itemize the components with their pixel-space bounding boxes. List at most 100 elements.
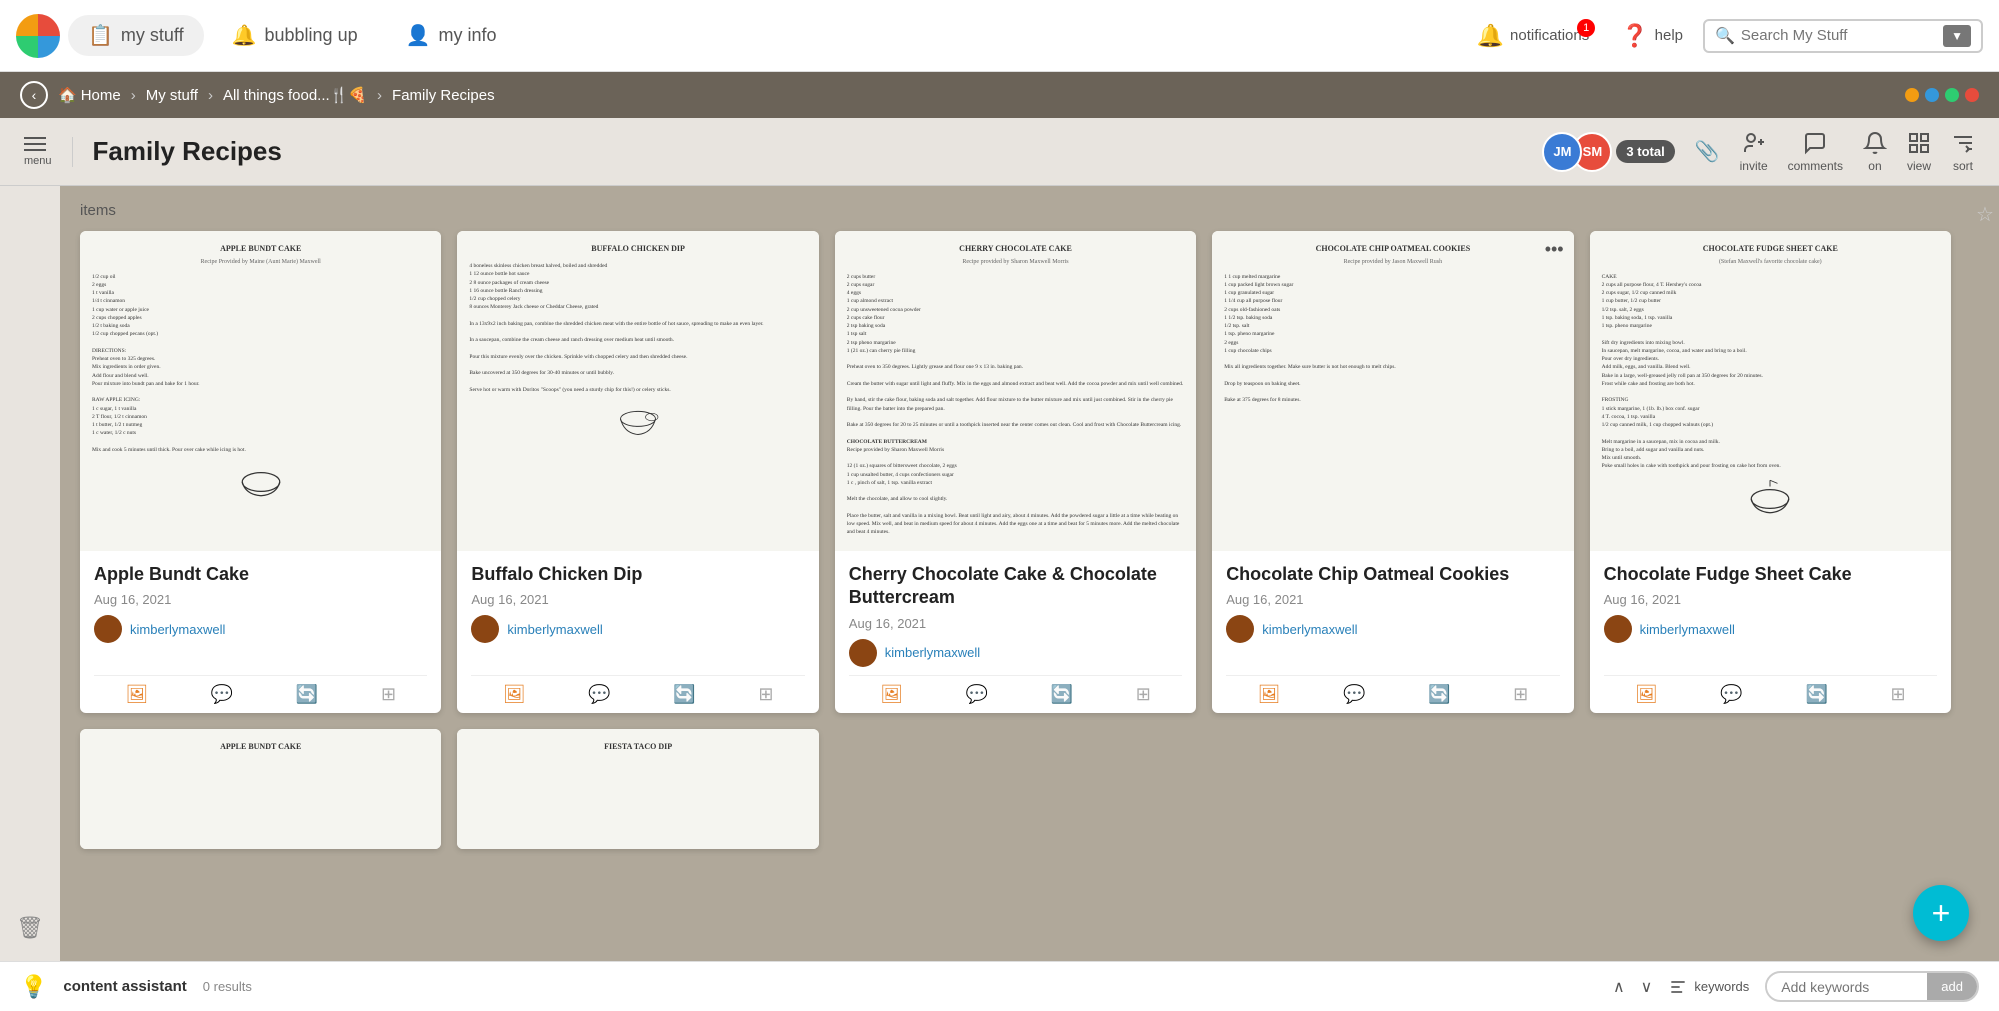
more-action-button[interactable]: ⊞ (758, 684, 773, 705)
card-partial-1[interactable]: APPLE BUNDT CAKE (80, 729, 441, 849)
card-partial-2[interactable]: FIESTA TACO DIP (457, 729, 818, 849)
on-button[interactable]: on (1863, 131, 1887, 173)
card-info-oatmeal: Chocolate Chip Oatmeal Cookies Aug 16, 2… (1212, 551, 1573, 675)
card-image-fudge[interactable]: CHOCOLATE FUDGE SHEET CAKE (Stefan Maxwe… (1590, 231, 1951, 551)
search-bar[interactable]: 🔍 ▼ (1703, 19, 1983, 53)
color-dots (1905, 88, 1979, 102)
username: kimberlymaxwell (1640, 622, 1735, 637)
comment-action-button[interactable]: 💬 (1720, 684, 1742, 705)
invite-button[interactable]: invite (1740, 131, 1768, 173)
card-date: Aug 16, 2021 (94, 592, 427, 607)
card-user[interactable]: kimberlymaxwell (849, 639, 1182, 667)
nav-tab-my-stuff[interactable]: 📋 my stuff (68, 15, 204, 56)
username: kimberlymaxwell (1262, 622, 1357, 637)
cards-grid-partial: APPLE BUNDT CAKE FIESTA TACO DIP (80, 729, 1951, 849)
share-action-button[interactable]: 🔄 (1805, 684, 1827, 705)
share-action-button[interactable]: 🔄 (673, 684, 695, 705)
card-user[interactable]: kimberlymaxwell (1226, 615, 1559, 643)
items-label: items (80, 202, 1951, 219)
sort-icon (1951, 131, 1975, 155)
notifications-button[interactable]: 🔔 1 notifications (1465, 17, 1602, 55)
more-action-button[interactable]: ⊞ (1513, 684, 1528, 705)
keywords-input-group: add (1765, 971, 1979, 1002)
card-user[interactable]: kimberlymaxwell (94, 615, 427, 643)
user-avatar (1604, 615, 1632, 643)
chevron-down-icon[interactable]: ∨ (1641, 977, 1653, 997)
card-more-button[interactable]: ••• (1545, 239, 1564, 260)
image-action-button[interactable]: 🖼 (1258, 684, 1281, 705)
keywords-button[interactable]: keywords (1668, 977, 1749, 997)
card-image-cherry[interactable]: CHERRY CHOCOLATE CAKE Recipe provided by… (835, 231, 1196, 551)
chevron-up-icon[interactable]: ∧ (1613, 977, 1625, 997)
on-label: on (1868, 159, 1881, 173)
home-icon: 🏠 (58, 86, 77, 104)
trash-button[interactable]: 🗑 (16, 915, 44, 941)
sort-button[interactable]: sort (1951, 131, 1975, 173)
card-info-cherry: Cherry Chocolate Cake & Chocolate Butter… (835, 551, 1196, 675)
keywords-input[interactable] (1767, 975, 1927, 999)
help-label: help (1655, 27, 1683, 44)
user-avatar (1226, 615, 1254, 643)
more-action-button[interactable]: ⊞ (1136, 684, 1151, 705)
card-chocolate-fudge: CHOCOLATE FUDGE SHEET CAKE (Stefan Maxwe… (1590, 231, 1951, 713)
card-chocolate-chip-oatmeal: ••• CHOCOLATE CHIP OATMEAL COOKIES Recip… (1212, 231, 1573, 713)
search-input[interactable] (1741, 27, 1943, 44)
breadcrumb-my-stuff[interactable]: My stuff (146, 87, 198, 104)
search-icon: 🔍 (1715, 26, 1735, 46)
menu-button[interactable]: menu (24, 137, 73, 167)
keywords-label: keywords (1694, 979, 1749, 994)
image-action-button[interactable]: 🖼 (1635, 684, 1658, 705)
on-icon (1863, 131, 1887, 155)
card-image-apple-bundt[interactable]: APPLE BUNDT CAKE Recipe Provided by Main… (80, 231, 441, 551)
dot-red (1965, 88, 1979, 102)
comment-action-button[interactable]: 💬 (588, 684, 610, 705)
card-image-buffalo[interactable]: BUFFALO CHICKEN DIP 4 boneless skinless … (457, 231, 818, 551)
nav-tab-my-info[interactable]: 👤 my info (386, 15, 517, 56)
invite-label: invite (1740, 159, 1768, 173)
my-info-icon: 👤 (406, 23, 431, 48)
attachment-button[interactable]: 📎 (1695, 139, 1720, 164)
comment-action-button[interactable]: 💬 (1343, 684, 1365, 705)
app-logo[interactable] (16, 14, 60, 58)
share-action-button[interactable]: 🔄 (1428, 684, 1450, 705)
bubbling-up-icon: 🔔 (232, 23, 257, 48)
image-action-button[interactable]: 🖼 (503, 684, 526, 705)
card-apple-bundt-cake: APPLE BUNDT CAKE Recipe Provided by Main… (80, 231, 441, 713)
fab-add-button[interactable]: + (1913, 885, 1969, 941)
more-action-button[interactable]: ⊞ (381, 684, 396, 705)
bowl-illustration-5 (1745, 479, 1795, 519)
card-image-oatmeal[interactable]: CHOCOLATE CHIP OATMEAL COOKIES Recipe pr… (1212, 231, 1573, 551)
breadcrumb-folder[interactable]: All things food...🍴🍕 (223, 86, 367, 104)
breadcrumb-home-label: Home (81, 87, 121, 104)
image-action-button[interactable]: 🖼 (880, 684, 903, 705)
card-info-apple-bundt: Apple Bundt Cake Aug 16, 2021 kimberlyma… (80, 551, 441, 675)
toolbar-actions: JM SM 3 total 📎 invite comments on view … (1542, 131, 1975, 173)
collaborators[interactable]: JM SM 3 total (1542, 132, 1674, 172)
back-button[interactable]: ‹ (20, 81, 48, 109)
share-action-button[interactable]: 🔄 (1051, 684, 1073, 705)
breadcrumb-home[interactable]: 🏠 Home (58, 86, 121, 104)
card-actions: 🖼 💬 🔄 ⊞ (1590, 676, 1951, 713)
content-assistant-label: content assistant (63, 978, 186, 995)
card-info-buffalo: Buffalo Chicken Dip Aug 16, 2021 kimberl… (457, 551, 818, 675)
help-button[interactable]: ❓ help (1609, 17, 1695, 55)
username: kimberlymaxwell (507, 622, 602, 637)
keywords-add-button[interactable]: add (1927, 973, 1977, 1000)
nav-tab-my-info-label: my info (439, 25, 497, 46)
comment-action-button[interactable]: 💬 (211, 684, 233, 705)
comment-action-button[interactable]: 💬 (966, 684, 988, 705)
assistant-icon: 💡 (20, 974, 47, 1000)
share-action-button[interactable]: 🔄 (296, 684, 318, 705)
image-action-button[interactable]: 🖼 (125, 684, 148, 705)
card-user[interactable]: kimberlymaxwell (1604, 615, 1937, 643)
view-icon (1907, 131, 1931, 155)
search-dropdown-button[interactable]: ▼ (1943, 25, 1971, 47)
more-action-button[interactable]: ⊞ (1891, 684, 1906, 705)
nav-tab-bubbling-up[interactable]: 🔔 bubbling up (212, 15, 378, 56)
card-title: Buffalo Chicken Dip (471, 563, 804, 586)
comments-button[interactable]: comments (1788, 131, 1843, 173)
card-user[interactable]: kimberlymaxwell (471, 615, 804, 643)
card-actions: 🖼 💬 🔄 ⊞ (835, 676, 1196, 713)
view-button[interactable]: view (1907, 131, 1931, 173)
star-button[interactable]: ☆ (1976, 202, 1994, 227)
